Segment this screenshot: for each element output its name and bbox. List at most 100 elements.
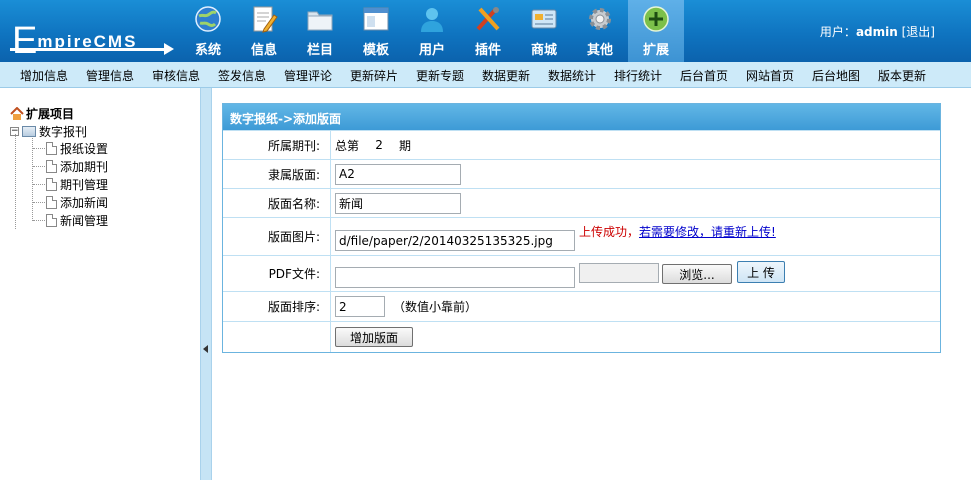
document-pencil-icon — [253, 6, 278, 33]
document-icon — [46, 178, 57, 191]
user-prefix: 用户： — [819, 25, 856, 39]
tree-item-label: 添加新闻 — [60, 196, 109, 210]
logout-link[interactable]: [退出] — [902, 25, 935, 39]
folder-icon — [22, 126, 36, 137]
nav-system[interactable]: 系统 — [180, 0, 236, 62]
tree-item-label: 新闻管理 — [60, 214, 109, 228]
submenu-version-update[interactable]: 版本更新 — [878, 67, 926, 84]
form-row-order: 版面排序: （数值小靠前） — [223, 291, 940, 321]
browse-button[interactable]: 浏览... — [662, 264, 732, 284]
plus-icon — [643, 6, 669, 32]
issue-suffix: 期 — [399, 138, 412, 153]
image-label: 版面图片: — [223, 218, 331, 255]
sub-menu: 增加信息 管理信息 审核信息 签发信息 管理评论 更新碎片 更新专题 数据更新 … — [0, 62, 971, 88]
card-icon — [531, 9, 557, 29]
submenu-update-topics[interactable]: 更新专题 — [416, 67, 464, 84]
nav-other[interactable]: 其他 — [572, 0, 628, 62]
image-path-input[interactable] — [335, 230, 575, 251]
logo-underline — [10, 48, 170, 51]
nav-label: 用户 — [418, 43, 445, 58]
tree-item-manage-news[interactable]: 新闻管理 — [46, 212, 108, 229]
nav-info[interactable]: 信息 — [236, 0, 292, 62]
submenu-admin-map[interactable]: 后台地图 — [812, 67, 860, 84]
user-icon — [421, 8, 443, 32]
nav-user[interactable]: 用户 — [404, 0, 460, 62]
nav-template[interactable]: 模板 — [348, 0, 404, 62]
submenu-review-info[interactable]: 审核信息 — [152, 67, 200, 84]
submenu-rank-stats[interactable]: 排行统计 — [614, 67, 662, 84]
section-label: 隶属版面: — [223, 160, 331, 188]
upload-button[interactable]: 上 传 — [737, 261, 785, 283]
folder-icon — [307, 11, 333, 31]
nav-plugin[interactable]: 插件 — [460, 0, 516, 62]
nav-label: 模板 — [362, 43, 389, 58]
tree-group-label: 数字报刊 — [39, 125, 88, 139]
tree-line — [15, 134, 16, 229]
tree-root-label: 扩展项目 — [26, 107, 75, 121]
main-content: 数字报纸->添加版面 所属期刊: 总第 2 期 隶属版面: 版面名称: — [213, 88, 971, 480]
username: admin — [855, 25, 898, 39]
submenu-site-home[interactable]: 网站首页 — [746, 67, 794, 84]
tree-item-manage-issues[interactable]: 期刊管理 — [46, 176, 108, 193]
tree-item-label: 添加期刊 — [60, 160, 109, 174]
form-row-image: 版面图片: 上传成功， 若需要修改，请重新上传! — [223, 217, 940, 255]
tree-item-add-issue[interactable]: 添加期刊 — [46, 158, 108, 175]
document-icon — [46, 142, 57, 155]
submenu-update-fragments[interactable]: 更新碎片 — [350, 67, 398, 84]
submenu-sign-info[interactable]: 签发信息 — [218, 67, 266, 84]
name-input[interactable] — [335, 192, 461, 214]
pdf-label: PDF文件: — [223, 256, 331, 291]
nav-shop[interactable]: 商城 — [516, 0, 572, 62]
form-row-submit: 增加版面 — [223, 321, 940, 352]
home-icon — [10, 107, 24, 120]
submenu-manage-info[interactable]: 管理信息 — [86, 67, 134, 84]
order-hint: （数值小靠前） — [393, 300, 478, 314]
main-nav: 系统 信息 栏目 模板 用户 插件 商城 其他 扩展 — [180, 0, 684, 62]
issue-prefix: 总第 — [335, 138, 360, 153]
pdf-path-input[interactable] — [335, 267, 575, 288]
user-info: 用户：admin [退出] — [820, 23, 935, 40]
globe-icon — [195, 6, 221, 32]
form-row-pdf: PDF文件: 浏览... 上 传 — [223, 255, 940, 291]
submenu-data-stats[interactable]: 数据统计 — [548, 67, 596, 84]
tree-item-label: 期刊管理 — [60, 178, 109, 192]
tree-group-digital-paper[interactable]: − 数字报刊 — [10, 123, 87, 140]
tree-item-paper-settings[interactable]: 报纸设置 — [46, 140, 108, 157]
order-label: 版面排序: — [223, 292, 331, 321]
submenu-data-update[interactable]: 数据更新 — [482, 67, 530, 84]
add-section-form: 数字报纸->添加版面 所属期刊: 总第 2 期 隶属版面: 版面名称: — [222, 103, 941, 353]
nav-label: 信息 — [250, 43, 277, 58]
submenu-manage-comments[interactable]: 管理评论 — [284, 67, 332, 84]
tree-item-label: 报纸设置 — [60, 142, 109, 156]
section-input[interactable] — [335, 163, 461, 185]
document-icon — [46, 214, 57, 227]
pdf-file-input[interactable] — [579, 263, 659, 283]
window-icon — [363, 7, 389, 31]
submenu-admin-home[interactable]: 后台首页 — [680, 67, 728, 84]
nav-extend[interactable]: 扩展 — [628, 0, 684, 62]
reupload-link[interactable]: 若需要修改，请重新上传! — [639, 223, 776, 240]
submenu-add-info[interactable]: 增加信息 — [20, 67, 68, 84]
order-input[interactable] — [335, 296, 385, 317]
nav-column[interactable]: 栏目 — [292, 0, 348, 62]
form-title: 数字报纸->添加版面 — [223, 104, 940, 130]
add-section-button[interactable]: 增加版面 — [335, 327, 413, 347]
issue-number: 2 — [375, 138, 383, 152]
nav-label: 系统 — [194, 43, 221, 58]
issue-label: 所属期刊: — [223, 131, 331, 159]
form-row-issue: 所属期刊: 总第 2 期 — [223, 130, 940, 159]
name-label: 版面名称: — [223, 189, 331, 217]
top-header: EmpireCMS 系统 信息 栏目 模板 用户 插件 商城 其他 扩展 用户：… — [0, 0, 971, 62]
nav-label: 商城 — [530, 43, 557, 58]
tree-line — [32, 138, 33, 221]
tree-root: 扩展项目 — [10, 105, 74, 122]
empirecms-logo: EmpireCMS — [6, 6, 176, 62]
nav-label: 其他 — [586, 43, 613, 58]
sidebar-splitter[interactable] — [200, 88, 212, 480]
nav-label: 扩展 — [642, 43, 669, 58]
nav-label: 栏目 — [306, 43, 333, 58]
collapse-arrow-icon[interactable] — [203, 345, 208, 353]
logo-initial: E — [12, 20, 38, 62]
form-row-section: 隶属版面: — [223, 159, 940, 188]
tree-item-add-news[interactable]: 添加新闻 — [46, 194, 108, 211]
